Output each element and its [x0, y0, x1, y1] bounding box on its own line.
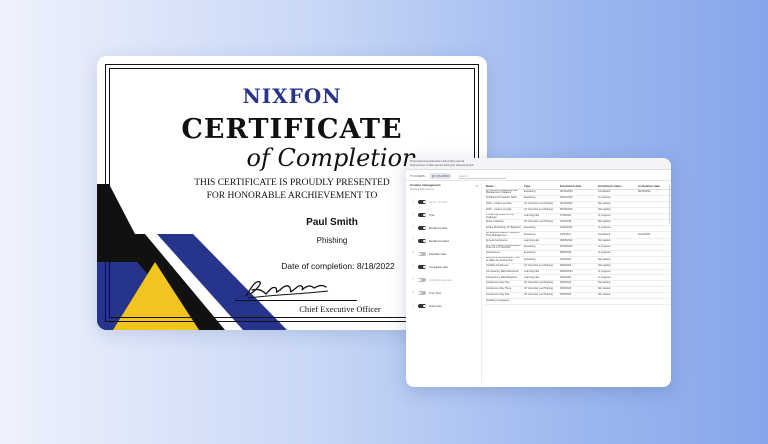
- filter-icon: ⧩: [410, 174, 413, 178]
- table-row[interactable]: Are You Creative at Workplace? Find out …: [485, 244, 671, 252]
- table-cell: Are You Creative at Workplace? Find out …: [485, 244, 523, 252]
- table-cell: [637, 244, 671, 252]
- table-cell: Completed: [597, 189, 637, 197]
- table-row[interactable]: 10 Common Leadership and Management mist…: [485, 189, 671, 197]
- search-input[interactable]: Search... ⌕: [458, 173, 507, 179]
- table-cell: E-learning: [523, 231, 559, 239]
- table-scrollbar[interactable]: [668, 184, 670, 224]
- column-toggle[interactable]: [418, 226, 426, 230]
- column-toggle-row[interactable]: ⠿ Enrollment date: [412, 225, 447, 231]
- column-panel-title: Column management: [410, 183, 441, 187]
- drag-handle-icon[interactable]: ⠿: [412, 239, 415, 243]
- column-toggle-row[interactable]: ⠿ Time Time: [412, 290, 441, 296]
- table-cell: [637, 213, 671, 221]
- column-toggle-row[interactable]: ⠿ Enrollment status: [412, 238, 449, 244]
- search-placeholder: Search...: [458, 173, 470, 178]
- table-cell: An Effective Leader's Guide to Time Mana…: [485, 231, 523, 239]
- column-toggle-row[interactable]: ⠿ Certificate awarded: [412, 277, 451, 283]
- table-cell: In progress: [597, 213, 637, 221]
- drag-handle-icon[interactable]: ⠿: [412, 304, 415, 308]
- column-toggle-label: Name - Number: [429, 200, 448, 204]
- column-toggle-row[interactable]: ⠿ Final score: [412, 303, 442, 309]
- column-toggle-label: Enrollment date: [429, 226, 448, 230]
- table-cell: E-learning: [523, 244, 559, 252]
- column-toggle[interactable]: [418, 291, 426, 295]
- table-cell: Creating a Gorgeous: [485, 298, 523, 305]
- column-toggle[interactable]: [418, 213, 426, 217]
- column-toggle[interactable]: [418, 200, 426, 204]
- table-cell: 07/6/2021: [559, 213, 597, 221]
- signature-image: [245, 280, 329, 299]
- drag-handle-icon[interactable]: ⠿: [412, 213, 415, 217]
- columns-icon: ▥: [431, 174, 435, 178]
- column-toggle[interactable]: [418, 304, 426, 308]
- column-toggle[interactable]: [418, 265, 426, 269]
- drag-handle-icon[interactable]: ⠿: [412, 252, 415, 256]
- drag-handle-icon[interactable]: ⠿: [412, 278, 415, 282]
- column-toggle[interactable]: [418, 252, 426, 256]
- table-cell: [637, 256, 671, 264]
- signature-line: [235, 300, 357, 301]
- column-toggle-label: Expiration date: [429, 252, 447, 256]
- drag-handle-icon[interactable]: ⠿: [412, 265, 415, 269]
- table-cell: 09/3/2021: [559, 256, 597, 264]
- table-cell: In progress: [597, 244, 637, 252]
- table-cell: Completed: [597, 231, 637, 239]
- column-toggle-row[interactable]: ⠿ Expiration date: [412, 251, 446, 257]
- filters-label: FILTERS: [413, 174, 425, 178]
- column-toggle-row[interactable]: ⠿ Completion date: [412, 264, 448, 270]
- table-cell: 05/20/2020: [559, 244, 597, 252]
- columns-button[interactable]: ▥ COLUMNS: [429, 173, 452, 179]
- drag-handle-icon[interactable]: ⠿: [412, 226, 415, 230]
- column-management-panel: Column management Showing 8/11 columns ×…: [410, 183, 482, 383]
- table-cell: A Learning Guide for any challenge: [485, 213, 523, 221]
- drag-handle-icon[interactable]: ⠿: [412, 200, 415, 204]
- table-cell: 11/5/2021: [559, 231, 597, 239]
- column-toggle-label: Certificate awarded: [429, 278, 452, 282]
- table-cell: 09/14/2024: [559, 189, 597, 197]
- search-icon: ⌕: [504, 173, 507, 178]
- table-cell: Not started: [597, 256, 637, 264]
- table-cell: [559, 298, 597, 305]
- table-cell: 11/14/2021: [637, 231, 671, 239]
- table-cell: E-learning: [523, 189, 559, 197]
- column-toggle-label: Completion date: [429, 265, 448, 269]
- table-cell: [523, 298, 559, 305]
- column-toggle-label: Time Time: [429, 291, 442, 295]
- filters-button[interactable]: ⧩ FILTERS: [410, 174, 425, 178]
- table-row[interactable]: An Effective Leader's Guide to Time Mana…: [485, 231, 671, 239]
- column-toggle-row[interactable]: ⠿ Name - Number: [412, 199, 447, 205]
- report-header: Total Continuing Education Units (CEU) e…: [406, 158, 671, 170]
- column-toggle-row[interactable]: ⠿ Type: [412, 212, 435, 218]
- table-cell: [597, 298, 637, 305]
- brand-logo: NIXFON: [242, 84, 342, 108]
- column-toggle[interactable]: [418, 239, 426, 243]
- table-row[interactable]: Become a Coffee Expert: How to Make the …: [485, 256, 671, 264]
- column-toggle-label: Final score: [429, 304, 442, 308]
- table-cell: 10 Common Leadership and Management mist…: [485, 189, 523, 197]
- table-cell: [637, 298, 671, 305]
- drag-handle-icon[interactable]: ⠿: [412, 291, 415, 295]
- enrollment-table: Name ↑ Type Enrollment date Enrollment stat…: [485, 184, 671, 305]
- column-toggle-label: Type: [429, 213, 435, 217]
- certificate-title: CERTIFICATE: [181, 114, 403, 145]
- table-row[interactable]: A Learning Guide for any challenge Learni…: [485, 213, 671, 221]
- column-toggle-label: Enrollment status: [429, 239, 450, 243]
- column-panel-subtitle: Showing 8/11 columns: [410, 187, 434, 191]
- columns-label: COLUMNS: [435, 174, 450, 178]
- column-toggle[interactable]: [418, 278, 426, 282]
- table-cell: E-learning: [523, 256, 559, 264]
- toolbar: ⧩ FILTERS ▥ COLUMNS Search... ⌕: [406, 172, 671, 181]
- table-cell: Learning plan: [523, 213, 559, 221]
- table-cell: 09/15/2024: [637, 189, 671, 197]
- close-icon[interactable]: ×: [476, 183, 478, 188]
- table-row[interactable]: Creating a Gorgeous: [485, 298, 671, 305]
- header-subtitle: Total amount of CEU earned during the se…: [410, 163, 474, 167]
- report-dashboard: Total Continuing Education Units (CEU) e…: [406, 158, 671, 387]
- table-cell: Become a Coffee Expert: How to Make the …: [485, 256, 523, 264]
